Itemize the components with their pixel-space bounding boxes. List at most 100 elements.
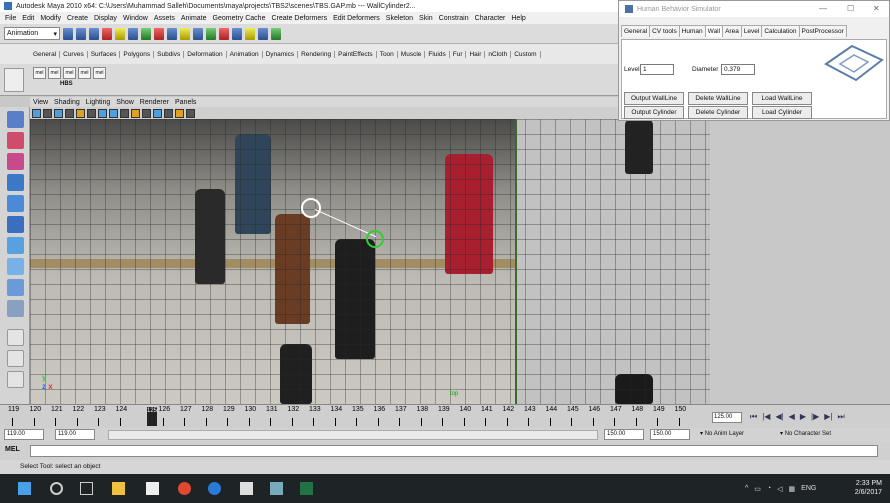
command-language-toggle[interactable]: MEL: [5, 446, 20, 453]
plugin-tab-postprocessor[interactable]: PostProcessor: [798, 25, 847, 37]
shelf-tab-fur[interactable]: Fur: [450, 50, 467, 58]
volume-icon[interactable]: ◁: [777, 485, 782, 493]
move-tool-icon[interactable]: [7, 174, 24, 191]
smooth-shade-icon[interactable]: [109, 108, 118, 118]
render-settings-icon[interactable]: [206, 27, 216, 40]
playback-end-field[interactable]: 150.00: [604, 429, 644, 440]
four-pane-layout-icon[interactable]: [7, 350, 24, 367]
wireframe-icon[interactable]: [98, 108, 107, 118]
load-wallline-button[interactable]: Load WallLine: [752, 92, 812, 105]
step-forward-frame-icon[interactable]: |▶: [811, 412, 819, 422]
panel-menu-view[interactable]: View: [30, 99, 51, 106]
menu-modify[interactable]: Modify: [37, 15, 64, 22]
menu-edit[interactable]: Edit: [19, 15, 37, 22]
shelf-tab-animation[interactable]: Animation: [227, 50, 263, 58]
menu-help[interactable]: Help: [508, 15, 528, 22]
plugin-tab-level[interactable]: Level: [740, 25, 763, 37]
panel-menu-renderer[interactable]: Renderer: [137, 99, 172, 106]
menu-create-deformers[interactable]: Create Deformers: [268, 15, 330, 22]
select-component-icon[interactable]: [128, 27, 138, 40]
mel-shelf-button[interactable]: mel: [78, 67, 91, 79]
windows-start-icon[interactable]: [18, 482, 31, 495]
battery-icon[interactable]: ▭: [754, 485, 761, 493]
menu-constrain[interactable]: Constrain: [436, 15, 472, 22]
render-icon[interactable]: [180, 27, 190, 40]
search-icon[interactable]: [50, 482, 63, 495]
shelf-tab-deformation[interactable]: Deformation: [184, 50, 227, 58]
shelf-tab-ncloth[interactable]: nCloth: [485, 50, 512, 58]
image-plane-icon[interactable]: [54, 108, 63, 118]
task-view-icon[interactable]: [80, 482, 93, 495]
diameter-input[interactable]: 0.379: [721, 64, 755, 75]
play-backwards-icon[interactable]: ◀: [789, 412, 795, 422]
shelf-tab-surfaces[interactable]: Surfaces: [88, 50, 121, 58]
anim-layer-dropdown[interactable]: ▾ No Anim Layer: [700, 430, 744, 437]
shelf-tab-general[interactable]: General: [30, 50, 61, 58]
input-language[interactable]: ENG: [801, 485, 816, 493]
film-gate-icon[interactable]: [76, 108, 85, 118]
lights-icon[interactable]: [131, 108, 140, 118]
delete-cylinder-button[interactable]: Delete Cylinder: [688, 106, 748, 119]
paint-select-tool-icon[interactable]: [7, 153, 24, 170]
save-scene-icon[interactable]: [89, 27, 99, 40]
menu-animate[interactable]: Animate: [178, 15, 210, 22]
menu-assets[interactable]: Assets: [151, 15, 178, 22]
maximize-icon[interactable]: ☐: [847, 4, 854, 13]
excel-icon[interactable]: [300, 482, 313, 495]
shelf-tab-curves[interactable]: Curves: [60, 50, 88, 58]
attribute-editor-icon[interactable]: [245, 27, 255, 40]
output-wallline-button[interactable]: Output WallLine: [624, 92, 684, 105]
menu-window[interactable]: Window: [120, 15, 151, 22]
new-scene-icon[interactable]: [63, 27, 73, 40]
shelf-tab-hair[interactable]: Hair: [466, 50, 486, 58]
input-output-icon[interactable]: [219, 27, 229, 40]
character-set-dropdown[interactable]: ▾ No Character Set: [780, 430, 831, 437]
mel-shelf-button[interactable]: mel: [33, 67, 46, 79]
current-frame-field[interactable]: 125.00: [712, 412, 742, 423]
network-icon[interactable]: ◔: [767, 485, 771, 493]
panel-menu-show[interactable]: Show: [113, 99, 137, 106]
plugin-tab-calculation[interactable]: Calculation: [761, 25, 800, 37]
minimize-icon[interactable]: —: [819, 4, 827, 13]
menu-create[interactable]: Create: [64, 15, 91, 22]
cylinder-ring[interactable]: [366, 230, 384, 248]
snap-point-icon[interactable]: [167, 27, 177, 40]
select-tool-icon[interactable]: [7, 111, 24, 128]
shelf-menu-button[interactable]: [4, 68, 24, 92]
show-hide-icon[interactable]: [232, 27, 242, 40]
edge-icon[interactable]: [208, 482, 221, 495]
snap-grid-icon[interactable]: [141, 27, 151, 40]
close-icon[interactable]: ✕: [873, 4, 880, 13]
shelf-tab-painteffects[interactable]: PaintEffects: [335, 50, 377, 58]
xray-icon[interactable]: [164, 108, 173, 118]
output-cylinder-button[interactable]: Output Cylinder: [624, 106, 684, 119]
shelf-tab-toon[interactable]: Toon: [377, 50, 398, 58]
tool-settings-icon[interactable]: [271, 27, 281, 40]
scale-tool-icon[interactable]: [7, 216, 24, 233]
load-cylinder-button[interactable]: Load Cylinder: [752, 106, 812, 119]
ipr-render-icon[interactable]: [193, 27, 203, 40]
shelf-tab-subdivs[interactable]: Subdivs: [154, 50, 185, 58]
level-input[interactable]: 1: [640, 64, 674, 75]
current-frame-marker[interactable]: 125: [147, 407, 157, 426]
go-to-start-icon[interactable]: ⏮: [750, 412, 757, 422]
plugin-tab-human[interactable]: Human: [678, 25, 706, 37]
shelf-tab-custom[interactable]: Custom: [511, 50, 541, 58]
menu-display[interactable]: Display: [91, 15, 120, 22]
store-icon[interactable]: [146, 482, 159, 495]
menu-skin[interactable]: Skin: [416, 15, 436, 22]
plugin-tab-wall[interactable]: Wall: [704, 25, 724, 37]
shelf-tab-polygons[interactable]: Polygons: [120, 50, 155, 58]
camera-attributes-icon[interactable]: [32, 108, 41, 118]
rotate-tool-icon[interactable]: [7, 195, 24, 212]
high-quality-icon[interactable]: [186, 108, 195, 118]
select-object-icon[interactable]: [115, 27, 125, 40]
plugin-tab-general[interactable]: General: [621, 25, 651, 37]
soft-mod-tool-icon[interactable]: [7, 258, 24, 275]
mel-shelf-button[interactable]: mel: [48, 67, 61, 79]
mel-command-input[interactable]: [30, 445, 878, 457]
menu-file[interactable]: File: [2, 15, 19, 22]
menu-geometry-cache[interactable]: Geometry Cache: [210, 15, 269, 22]
panel-menu-shading[interactable]: Shading: [51, 99, 83, 106]
keyboard-icon[interactable]: ▦: [789, 485, 796, 493]
